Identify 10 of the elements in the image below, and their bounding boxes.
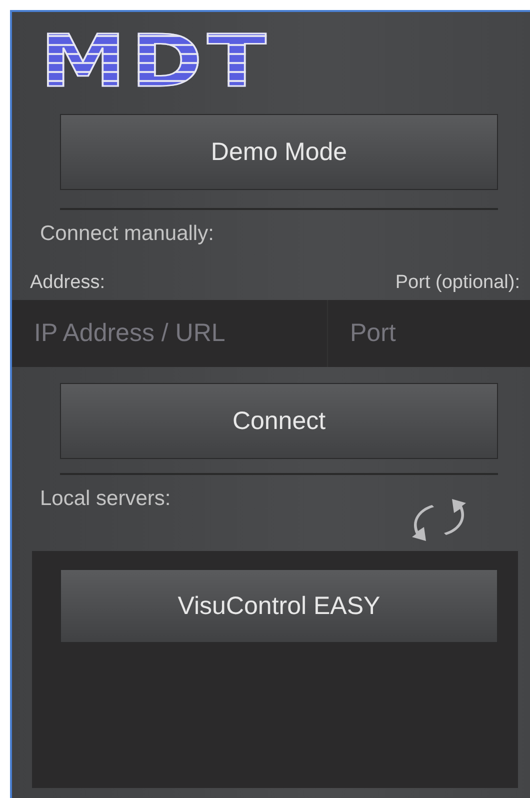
field-label: Port (optional): [395,272,520,294]
connect-button[interactable]: Connect [60,383,498,459]
section-heading: Connect manually: [40,222,215,246]
address-field[interactable]: IP Address / URL [12,300,328,367]
section-heading: Local servers: [40,487,171,511]
refresh-icon[interactable] [410,497,468,543]
port-field[interactable]: Port [328,300,530,367]
field-label: Address: [30,272,105,294]
server-button[interactable]: VisuControl EASY [60,569,498,643]
demo-mode-button[interactable]: Demo Mode [60,114,498,190]
